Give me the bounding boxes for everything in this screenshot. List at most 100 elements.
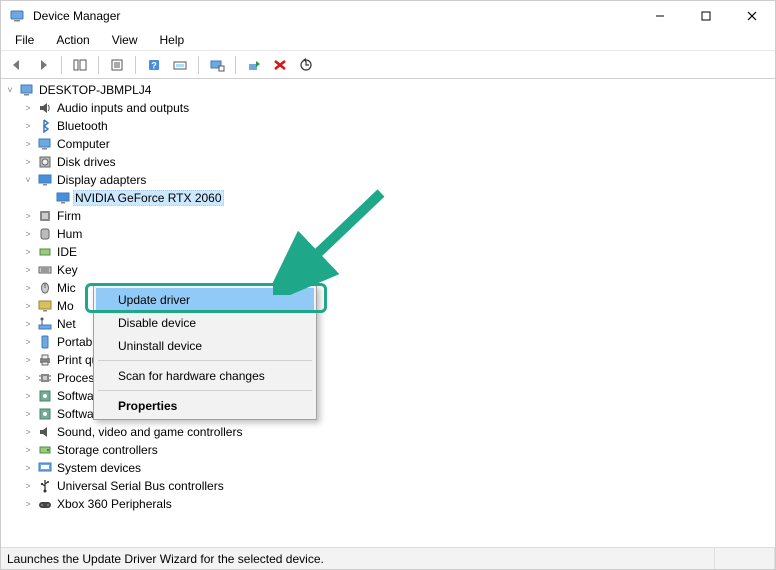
- tree-node[interactable]: > Bluetooth: [3, 117, 775, 135]
- tree-node[interactable]: > IDE: [3, 243, 775, 261]
- device-tree[interactable]: ˅ DESKTOP-JBMPLJ4 > Audio inputs and outp…: [1, 79, 775, 547]
- minimize-button[interactable]: [637, 1, 683, 31]
- back-button[interactable]: [5, 54, 29, 76]
- tree-node-label: Net: [55, 317, 78, 331]
- printer-icon: [37, 352, 53, 368]
- tree-node-label: Sound, video and game controllers: [55, 425, 244, 439]
- context-menu-item-label: Update driver: [118, 293, 190, 307]
- bluetooth-icon: [37, 118, 53, 134]
- menu-view[interactable]: View: [102, 31, 148, 50]
- tree-node[interactable]: >System devices: [3, 459, 775, 477]
- menu-help[interactable]: Help: [150, 31, 195, 50]
- context-menu-uninstall-device[interactable]: Uninstall device: [96, 334, 314, 357]
- tree-node-label: Mic: [55, 281, 78, 295]
- expander-icon[interactable]: >: [21, 209, 35, 223]
- tree-node-label: Xbox 360 Peripherals: [55, 497, 174, 511]
- expander-icon[interactable]: >: [21, 353, 35, 367]
- expander-icon[interactable]: >: [21, 281, 35, 295]
- ide-icon: [37, 244, 53, 260]
- expander-icon[interactable]: >: [21, 425, 35, 439]
- expander-icon[interactable]: >: [21, 371, 35, 385]
- tree-node[interactable]: > Sound, video and game controllers: [3, 423, 775, 441]
- tree-node[interactable]: ˅ Display adapters: [3, 171, 775, 189]
- usb-icon: [37, 478, 53, 494]
- forward-button[interactable]: [31, 54, 55, 76]
- context-menu-item-label: Scan for hardware changes: [118, 369, 265, 383]
- network-icon: [37, 316, 53, 332]
- title-bar: Device Manager: [1, 1, 775, 31]
- sound-icon: [37, 424, 53, 440]
- context-menu-update-driver[interactable]: Update driver: [96, 288, 314, 311]
- tree-node[interactable]: >Disk drives: [3, 153, 775, 171]
- tree-node-label: Mo: [55, 299, 76, 313]
- tree-node-label: DESKTOP-JBMPLJ4: [37, 83, 153, 97]
- context-menu-properties[interactable]: Properties: [96, 394, 314, 417]
- tree-node-label: Bluetooth: [55, 119, 110, 133]
- toolbar: ?: [1, 51, 775, 79]
- expander-icon[interactable]: >: [21, 227, 35, 241]
- toolbar-separator: [98, 56, 99, 74]
- expander-icon[interactable]: >: [21, 335, 35, 349]
- tree-node[interactable]: >Firm: [3, 207, 775, 225]
- expander-icon[interactable]: >: [21, 407, 35, 421]
- audio-icon: [37, 100, 53, 116]
- expander-icon[interactable]: >: [21, 263, 35, 277]
- tree-node[interactable]: >Computer: [3, 135, 775, 153]
- tree-node-label: Key: [55, 263, 80, 277]
- expander-icon[interactable]: >: [21, 317, 35, 331]
- tree-node[interactable]: > Hum: [3, 225, 775, 243]
- maximize-button[interactable]: [683, 1, 729, 31]
- show-hide-tree-button[interactable]: [68, 54, 92, 76]
- context-menu: Update driver Disable device Uninstall d…: [93, 285, 317, 420]
- monitor-icon: [37, 298, 53, 314]
- tree-node-label: Display adapters: [55, 173, 148, 187]
- properties-button[interactable]: [105, 54, 129, 76]
- menu-action[interactable]: Action: [46, 31, 99, 50]
- context-menu-scan-hardware[interactable]: Scan for hardware changes: [96, 364, 314, 387]
- expander-icon[interactable]: >: [21, 299, 35, 313]
- component-icon: [37, 406, 53, 422]
- window-controls: [637, 1, 775, 31]
- tree-node[interactable]: > Xbox 360 Peripherals: [3, 495, 775, 513]
- portable-icon: [37, 334, 53, 350]
- context-menu-separator: [98, 390, 312, 391]
- tree-node[interactable]: >Universal Serial Bus controllers: [3, 477, 775, 495]
- menu-file[interactable]: File: [5, 31, 44, 50]
- tree-node[interactable]: > Key: [3, 261, 775, 279]
- tree-node-label: Audio inputs and outputs: [55, 101, 191, 115]
- tree-node[interactable]: >Storage controllers: [3, 441, 775, 459]
- expander-icon[interactable]: >: [21, 119, 35, 133]
- toolbar-separator: [135, 56, 136, 74]
- help-button[interactable]: ?: [142, 54, 166, 76]
- expander-icon[interactable]: ˅: [3, 83, 17, 97]
- expander-icon[interactable]: >: [21, 443, 35, 457]
- tree-node-label: IDE: [55, 245, 79, 259]
- expander-icon[interactable]: >: [21, 461, 35, 475]
- computer-icon: [19, 82, 35, 98]
- status-bar: Launches the Update Driver Wizard for th…: [1, 547, 775, 569]
- close-button[interactable]: [729, 1, 775, 31]
- expander-icon[interactable]: >: [21, 479, 35, 493]
- update-driver-button[interactable]: [294, 54, 318, 76]
- hid-icon: [37, 226, 53, 242]
- context-menu-item-label: Uninstall device: [118, 339, 202, 353]
- expander-icon[interactable]: >: [21, 389, 35, 403]
- tree-node[interactable]: > Audio inputs and outputs: [3, 99, 775, 117]
- expander-icon[interactable]: ˅: [21, 173, 35, 187]
- uninstall-device-button[interactable]: [268, 54, 292, 76]
- tree-node[interactable]: NVIDIA GeForce RTX 2060: [3, 189, 775, 207]
- expander-icon[interactable]: >: [21, 245, 35, 259]
- expander-icon[interactable]: >: [21, 497, 35, 511]
- scan-hardware-button[interactable]: [205, 54, 229, 76]
- toolbar-separator: [61, 56, 62, 74]
- devices-by-type-button[interactable]: [168, 54, 192, 76]
- expander-icon[interactable]: >: [21, 101, 35, 115]
- enable-device-button[interactable]: [242, 54, 266, 76]
- tree-root[interactable]: ˅ DESKTOP-JBMPLJ4: [3, 81, 775, 99]
- context-menu-disable-device[interactable]: Disable device: [96, 311, 314, 334]
- tree-node-label: Hum: [55, 227, 84, 241]
- expander-icon[interactable]: >: [21, 137, 35, 151]
- cpu-icon: [37, 370, 53, 386]
- display-icon: [37, 172, 53, 188]
- expander-icon[interactable]: >: [21, 155, 35, 169]
